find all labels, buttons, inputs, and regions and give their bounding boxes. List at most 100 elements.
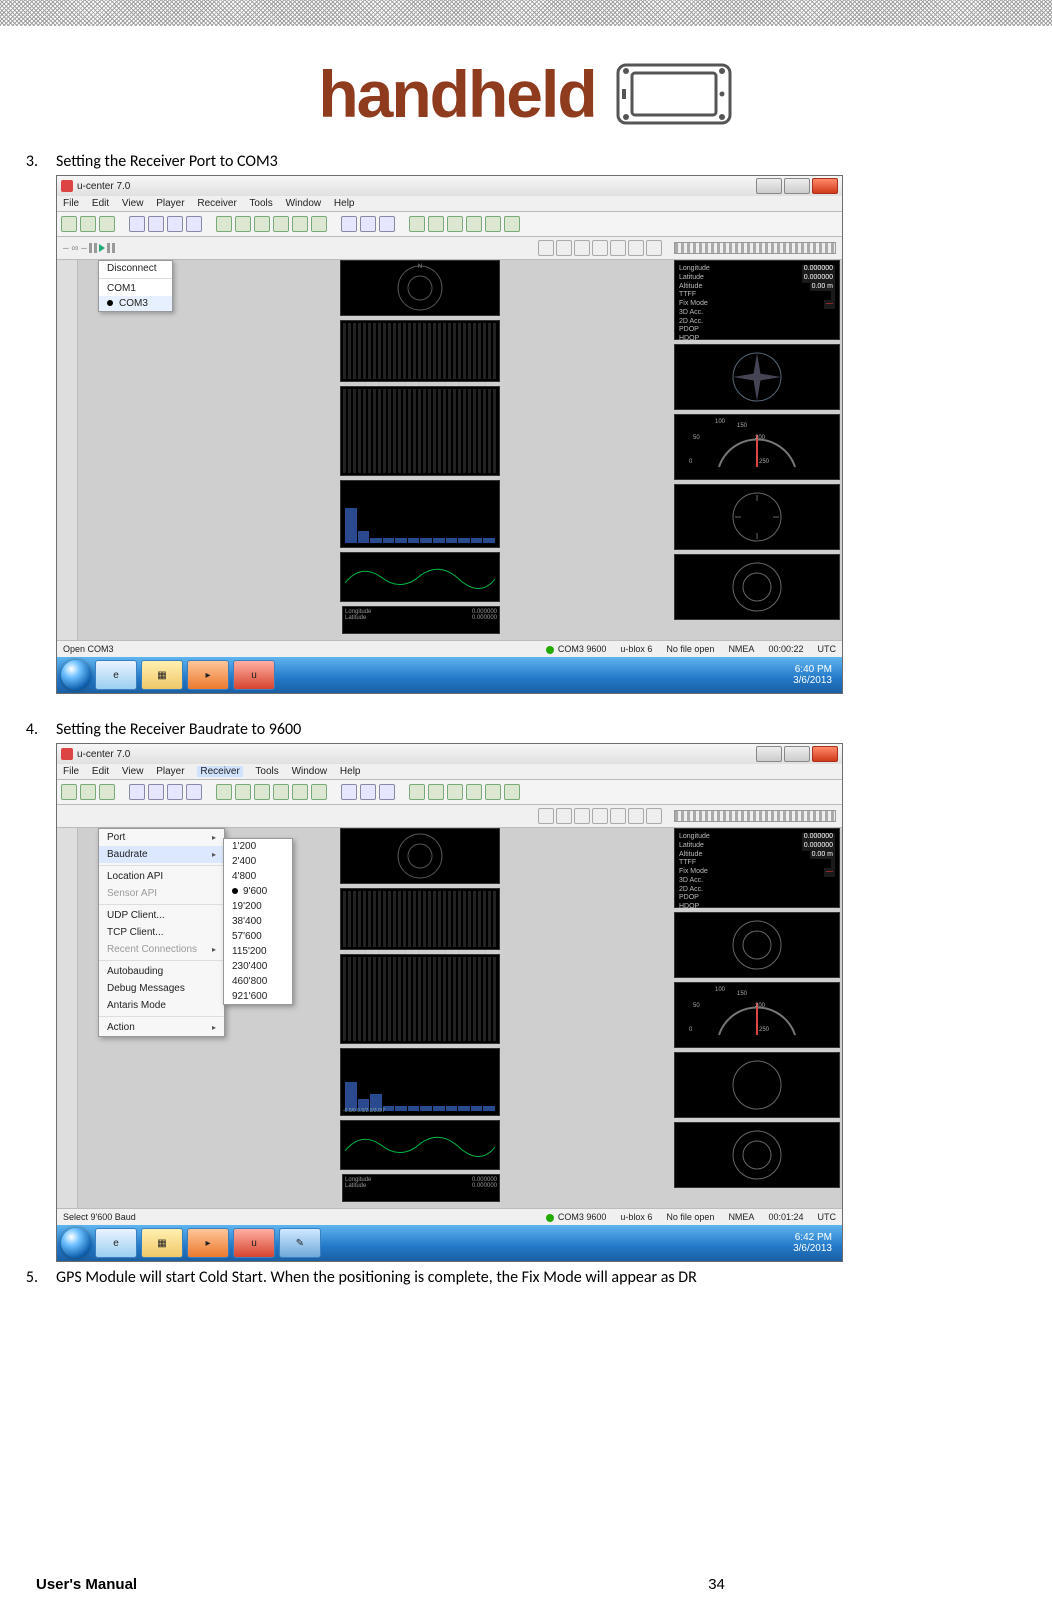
toolbar-icon[interactable] [409, 216, 425, 232]
task-ucenter-icon[interactable]: u [233, 660, 275, 690]
toolbar-icon[interactable] [167, 216, 183, 232]
toolbar-icon[interactable] [646, 240, 662, 256]
window-close-button[interactable] [812, 178, 838, 194]
toolbar-icon[interactable] [428, 216, 444, 232]
window-titlebar[interactable]: u-center 7.0 [57, 176, 842, 196]
menu-tools[interactable]: Tools [249, 198, 272, 209]
toolbar-icon[interactable] [235, 216, 251, 232]
toolbar-icon[interactable] [504, 216, 520, 232]
toolbar-icon[interactable] [466, 216, 482, 232]
toolbar-icon[interactable] [592, 240, 608, 256]
baud-item[interactable]: 1'200 [224, 839, 292, 854]
toolbar-icon[interactable] [311, 784, 327, 800]
toolbar-icon[interactable] [80, 216, 96, 232]
toolbar-icon[interactable] [186, 784, 202, 800]
toolbar-main[interactable] [57, 212, 842, 237]
toolbar-icon[interactable] [610, 240, 626, 256]
system-tray[interactable]: 6:42 PM 3/6/2013 [793, 1232, 838, 1255]
baud-item[interactable]: 57'600 [224, 929, 292, 944]
recv-item-location-api[interactable]: Location API [99, 868, 224, 885]
baud-item[interactable]: 19'200 [224, 899, 292, 914]
toolbar-icon[interactable] [447, 216, 463, 232]
menu-help[interactable]: Help [340, 766, 361, 777]
recv-item-recent[interactable]: Recent Connections▸ [99, 941, 224, 958]
toolbar-icon[interactable] [574, 808, 590, 824]
menu-file[interactable]: File [63, 766, 79, 777]
baud-item[interactable]: 115'200 [224, 944, 292, 959]
toolbar-icon[interactable] [292, 216, 308, 232]
toolbar-icon[interactable] [360, 784, 376, 800]
baud-item[interactable]: 921'600 [224, 989, 292, 1004]
toolbar-icon[interactable] [341, 216, 357, 232]
baud-item[interactable]: 4'800 [224, 869, 292, 884]
baud-item[interactable]: 230'400 [224, 959, 292, 974]
recv-item-autobaud[interactable]: Autobauding [99, 963, 224, 980]
toolbar-icon[interactable] [273, 784, 289, 800]
toolbar-icon[interactable] [628, 808, 644, 824]
baud-item[interactable]: 460'800 [224, 974, 292, 989]
windows-taskbar[interactable]: e ▦ ▸ u 6:40 PM 3/6/2013 [57, 657, 842, 693]
menu-bar[interactable]: File Edit View Player Receiver Tools Win… [57, 764, 842, 780]
toolbar-icon[interactable] [80, 784, 96, 800]
toolbar-icon[interactable] [485, 216, 501, 232]
task-media-icon[interactable]: ▸ [187, 1228, 229, 1258]
toolbar-icon[interactable] [311, 216, 327, 232]
recv-item-action[interactable]: Action▸ [99, 1019, 224, 1036]
task-explorer-icon[interactable]: ▦ [141, 1228, 183, 1258]
baud-item[interactable]: 2'400 [224, 854, 292, 869]
menu-bar[interactable]: File Edit View Player Receiver Tools Win… [57, 196, 842, 212]
recv-item-sensor-api[interactable]: Sensor API [99, 885, 224, 902]
recv-item-udp[interactable]: UDP Client... [99, 907, 224, 924]
toolbar-icon[interactable] [235, 784, 251, 800]
window-max-button[interactable] [784, 746, 810, 762]
port-item-disconnect[interactable]: Disconnect [99, 261, 172, 276]
baud-item[interactable]: 38'400 [224, 914, 292, 929]
port-item-com1[interactable]: COM1 [99, 281, 172, 296]
toolbar-icon[interactable] [538, 808, 554, 824]
toolbar-icon[interactable] [556, 240, 572, 256]
menu-window[interactable]: Window [286, 198, 322, 209]
toolbar-icon[interactable] [574, 240, 590, 256]
menu-receiver[interactable]: Receiver [197, 766, 242, 777]
toolbar-player[interactable] [57, 805, 842, 828]
toolbar-icon[interactable] [216, 784, 232, 800]
toolbar-icon[interactable] [556, 808, 572, 824]
toolbar-icon[interactable] [292, 784, 308, 800]
toolbar-icon[interactable] [379, 784, 395, 800]
task-paint-icon[interactable]: ✎ [279, 1228, 321, 1258]
toolbar-icon[interactable] [485, 784, 501, 800]
port-item-com3[interactable]: COM3 [99, 296, 172, 311]
menu-view[interactable]: View [122, 198, 144, 209]
toolbar-icon[interactable] [61, 216, 77, 232]
toolbar-icon[interactable] [186, 216, 202, 232]
toolbar-icon[interactable] [341, 784, 357, 800]
toolbar-icon[interactable] [254, 216, 270, 232]
toolbar-icon[interactable] [148, 784, 164, 800]
toolbar-main[interactable] [57, 780, 842, 805]
system-tray[interactable]: 6:40 PM 3/6/2013 [793, 664, 838, 687]
menu-file[interactable]: File [63, 198, 79, 209]
toolbar-icon[interactable] [504, 784, 520, 800]
menu-edit[interactable]: Edit [92, 766, 109, 777]
baud-item-9600[interactable]: 9'600 [224, 884, 292, 899]
menu-window[interactable]: Window [292, 766, 328, 777]
toolbar-icon[interactable] [360, 216, 376, 232]
menu-help[interactable]: Help [334, 198, 355, 209]
receiver-menu[interactable]: Port▸ Baudrate▸ Location API Sensor API … [98, 828, 225, 1037]
task-ucenter-icon[interactable]: u [233, 1228, 275, 1258]
toolbar-icon[interactable] [99, 216, 115, 232]
toolbar-icon[interactable] [379, 216, 395, 232]
toolbar-icon[interactable] [129, 216, 145, 232]
task-ie-icon[interactable]: e [95, 660, 137, 690]
toolbar-icon[interactable] [216, 216, 232, 232]
window-min-button[interactable] [756, 746, 782, 762]
task-ie-icon[interactable]: e [95, 1228, 137, 1258]
toolbar-icon[interactable] [148, 216, 164, 232]
window-titlebar[interactable]: u-center 7.0 [57, 744, 842, 764]
toolbar-icon[interactable] [628, 240, 644, 256]
toolbar-player[interactable]: – ∞ – [57, 237, 842, 260]
toolbar-icon[interactable] [409, 784, 425, 800]
task-explorer-icon[interactable]: ▦ [141, 660, 183, 690]
menu-player[interactable]: Player [156, 766, 184, 777]
menu-tools[interactable]: Tools [255, 766, 278, 777]
